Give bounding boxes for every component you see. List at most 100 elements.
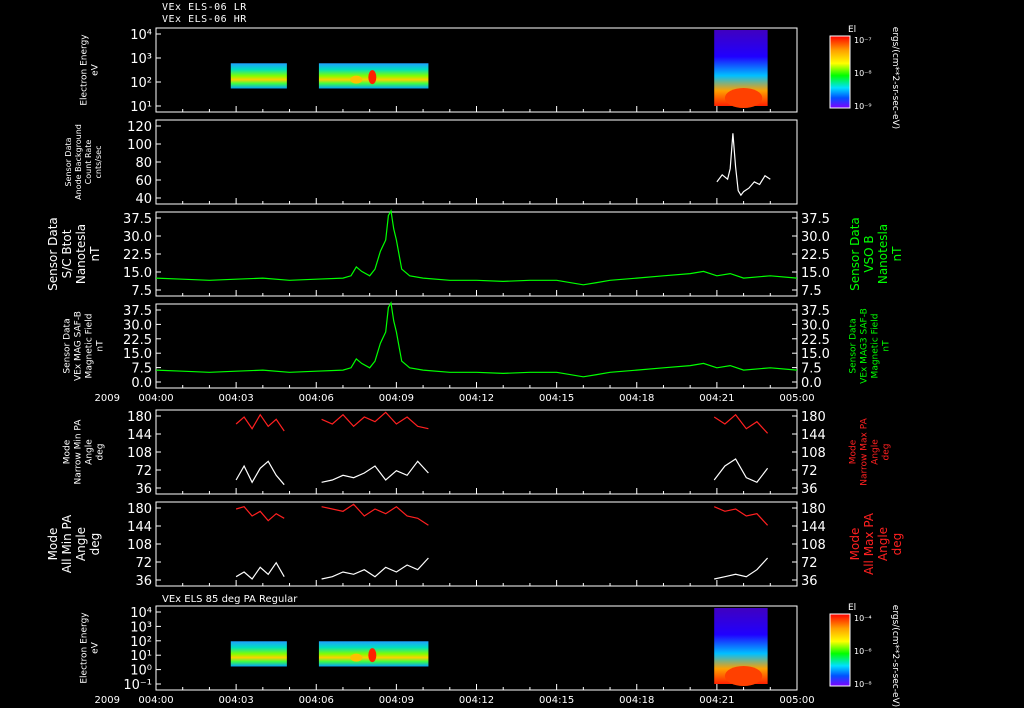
panel-2-ylabel-2: Count Rate bbox=[84, 140, 93, 185]
panel-1-ticklabel-0: 10⁴ bbox=[130, 28, 152, 43]
panel-3-rticklabel-3: 15.0 bbox=[801, 266, 830, 281]
panel-3-ticklabel-4: 7.5 bbox=[131, 284, 152, 299]
chart-canvas: 10⁴10³10²10¹Electron Energy eVEl10⁻⁷10⁻⁸1… bbox=[46, 25, 904, 707]
panel-5-ylabel-right-0: Mode bbox=[849, 439, 859, 464]
panel-7-title: VEx ELS 85 deg PA Regular bbox=[162, 594, 298, 605]
time-label-0-2: 004:06 bbox=[299, 393, 334, 404]
panel-3-rticklabel-0: 37.5 bbox=[801, 212, 830, 227]
panel-6-ylabel-2: Angle bbox=[74, 527, 88, 561]
panel-6-rticklabel-2: 108 bbox=[801, 538, 826, 553]
time-label-1-5: 004:15 bbox=[539, 695, 574, 706]
panel-3-ylabel-right-3: nT bbox=[890, 246, 904, 262]
panel-6-ylabel-right-2: Angle bbox=[876, 527, 890, 561]
panel-7-spectrum-block-0 bbox=[230, 641, 287, 667]
panel-6-rticklabel-3: 72 bbox=[801, 556, 818, 571]
time-label-1-4: 004:12 bbox=[459, 695, 494, 706]
panel-4-ticklabel-3: 15.0 bbox=[123, 347, 152, 362]
panel-6-ticklabel-2: 108 bbox=[127, 538, 152, 553]
panel-5-ylabel-3: deg bbox=[96, 444, 106, 461]
panel-6-series-0-seg-2 bbox=[713, 506, 769, 526]
panel-6-series-1-seg-1 bbox=[321, 557, 429, 580]
time-label-0-3: 004:09 bbox=[379, 393, 414, 404]
panel-6-ylabel-0: Mode bbox=[46, 528, 60, 561]
panel-1-colorbar-tick-0: 10⁻⁷ bbox=[854, 36, 872, 45]
panel-4-ylabel-right-1: VEx MAG3 SAF-B bbox=[860, 308, 870, 384]
panel-2-ylabel-3: cnts/sec bbox=[94, 146, 103, 179]
panel-6-ticklabel-4: 36 bbox=[135, 574, 152, 589]
time-label-0-5: 004:15 bbox=[539, 393, 574, 404]
panel-4-rticklabel-5: 0.0 bbox=[801, 376, 822, 391]
panel-5-rticklabel-2: 108 bbox=[801, 446, 826, 461]
panel-2-ticklabel-1: 100 bbox=[127, 138, 152, 153]
panel-5-ticklabel-3: 72 bbox=[135, 464, 152, 479]
panel-7-colorbar-title: El bbox=[848, 603, 856, 613]
panel-4-ticklabel-2: 22.5 bbox=[123, 333, 152, 348]
panel-3-ylabel-0: Sensor Data bbox=[46, 217, 60, 291]
panel-3-ylabel-right-0: Sensor Data bbox=[848, 217, 862, 291]
panel-5-series-0-seg-2 bbox=[713, 413, 769, 434]
panel-6-rticklabel-0: 180 bbox=[801, 502, 826, 517]
panel-1-colorbar-tick-2: 10⁻⁹ bbox=[854, 102, 872, 111]
panel-7-hotspot bbox=[368, 648, 377, 663]
time-label-0-8: 005:00 bbox=[779, 393, 814, 404]
panel-3-ylabel-1: S/C Btot bbox=[60, 229, 74, 278]
panel-1-hotspot bbox=[368, 70, 377, 85]
panel-4-series-0-seg-0 bbox=[155, 301, 798, 378]
panel-2-ticklabel-2: 80 bbox=[135, 156, 152, 171]
panel-1-ticklabel-1: 10³ bbox=[130, 52, 152, 67]
panel-1-ticklabel-3: 10¹ bbox=[130, 100, 152, 115]
time-label-1-6: 004:18 bbox=[619, 695, 654, 706]
panel-3-rticklabel-2: 22.5 bbox=[801, 248, 830, 263]
panel-3-ylabel-3: nT bbox=[88, 246, 102, 262]
panel-6-ylabel-1: All Min PA bbox=[60, 514, 74, 573]
panel-4-ticklabel-5: 0.0 bbox=[131, 376, 152, 391]
panel-5-series-0-seg-0 bbox=[235, 413, 285, 432]
time-label-0-7: 004:21 bbox=[699, 393, 734, 404]
panel-2-ylabel-0: Sensor Data bbox=[64, 137, 73, 186]
panel-6-series-1-seg-2 bbox=[714, 557, 769, 580]
panel-7-ticklabel-3: 10¹ bbox=[130, 649, 152, 664]
panel-6-ylabel-right-3: deg bbox=[890, 533, 904, 556]
year-label-0: 2009 bbox=[95, 393, 120, 404]
panel-4-rticklabel-1: 30.0 bbox=[801, 318, 830, 333]
panel-7-ticklabel-0: 10⁴ bbox=[130, 606, 152, 621]
panel-6-series-0-seg-1 bbox=[321, 503, 429, 526]
time-label-0-1: 004:03 bbox=[219, 393, 254, 404]
panel-5-rticklabel-4: 36 bbox=[801, 482, 818, 497]
time-label-1-7: 004:21 bbox=[699, 695, 734, 706]
panel-6-rticklabel-4: 36 bbox=[801, 574, 818, 589]
panel-5-series-1-seg-2 bbox=[713, 458, 769, 484]
panel-6-rticklabel-1: 144 bbox=[801, 520, 826, 535]
panel-1-warmspot bbox=[350, 75, 363, 84]
time-label-1-8: 005:00 bbox=[779, 695, 814, 706]
time-label-1-1: 004:03 bbox=[219, 695, 254, 706]
panel-5-series-1-seg-1 bbox=[321, 460, 429, 483]
panel-4-rticklabel-0: 37.5 bbox=[801, 304, 830, 319]
panel-4-ylabel-right-2: Magnetic Field bbox=[871, 314, 881, 379]
panel-7-warmspot bbox=[350, 653, 363, 662]
panel-6-series-1-seg-0 bbox=[235, 561, 285, 580]
panel-2-ylabel-1: Anode Background bbox=[74, 124, 83, 200]
panel-2-frame bbox=[155, 119, 798, 205]
panel-1-spectrum-block-0 bbox=[230, 63, 287, 89]
panel-7-colorbar-tick-1: 10⁻⁶ bbox=[854, 647, 872, 656]
panel-7-hotspot-2 bbox=[724, 666, 763, 686]
panel-7-colorbar-unit: ergs/(cm**2-sr-sec-eV) bbox=[890, 605, 900, 707]
panel-6-ylabel-right-0: Mode bbox=[848, 528, 862, 561]
panel-4-frame bbox=[155, 303, 798, 389]
panel-5-ticklabel-1: 144 bbox=[127, 428, 152, 443]
panel-6-ticklabel-1: 144 bbox=[127, 520, 152, 535]
panel-3-ticklabel-1: 30.0 bbox=[123, 230, 152, 245]
panel-6-ticklabel-3: 72 bbox=[135, 556, 152, 571]
panel-5-rticklabel-1: 144 bbox=[801, 428, 826, 443]
panel-6-ticklabel-0: 180 bbox=[127, 502, 152, 517]
panel-5-ylabel-2: Angle bbox=[85, 439, 95, 465]
panel-7-colorbar-tick-2: 10⁻⁸ bbox=[854, 680, 872, 689]
panel-4-ylabel-right-0: Sensor Data bbox=[849, 318, 859, 373]
year-label-1: 2009 bbox=[95, 695, 120, 706]
panel-3-ticklabel-2: 22.5 bbox=[123, 248, 152, 263]
panel-2-ticklabel-4: 40 bbox=[135, 192, 152, 207]
panel-7-ticklabel-2: 10² bbox=[130, 635, 152, 650]
panel-5-ylabel-right-1: Narrow Max PA bbox=[860, 417, 870, 485]
panel-1-colorbar-title: El bbox=[848, 25, 856, 35]
